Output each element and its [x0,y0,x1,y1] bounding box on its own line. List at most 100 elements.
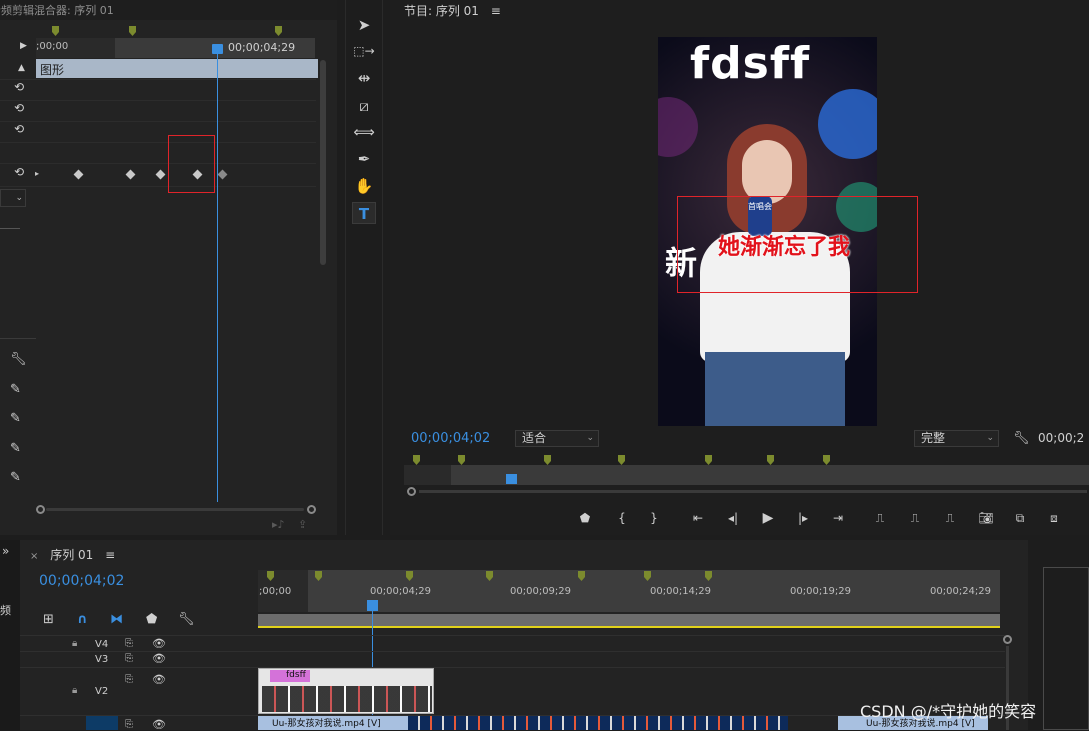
go-to-out-icon[interactable]: ⇥ [828,509,848,527]
audio-mixer-tab[interactable]: 音频剪辑混合器: 序列 01 [0,0,337,20]
program-zoom-scrollbar[interactable] [407,487,1089,497]
video-title-text[interactable]: fdsff [690,38,810,89]
wrench-icon[interactable]: 🔧︎ [10,352,27,367]
nest-sequence-icon[interactable]: ⊞ [43,612,54,627]
razor-tool-icon[interactable]: ⧄ [352,95,376,117]
lock-icon[interactable]: 🔒︎ [72,685,77,696]
eye-icon[interactable]: 👁︎ [152,718,166,731]
export-frame-icon[interactable]: 📷︎ [976,509,996,527]
panel-menu-icon[interactable]: ≡ [105,548,115,562]
sync-lock-icon[interactable]: ⎘ [125,638,133,649]
reset-icon[interactable]: ⟲ [12,101,26,115]
expand-panels-icon[interactable]: » [2,544,9,558]
step-forward-icon[interactable]: |▸ [793,509,813,527]
track-divider [20,667,1005,668]
extract-icon[interactable]: ⎍ [905,509,925,527]
track-label-v4[interactable]: V4 [95,639,108,650]
reset-icon[interactable]: ⟲ [12,80,26,94]
play-audio-icon[interactable]: ▸♪ [272,518,285,531]
eyedropper-icon[interactable]: ✎ [10,382,21,397]
chevron-down-icon: ⌄ [986,433,994,443]
scroll-track[interactable] [46,508,304,511]
timeline-tab[interactable]: × 序列 01 ≡ [30,546,115,563]
zoom-fit-value: 适合 [522,431,547,445]
eye-icon[interactable]: 👁︎ [152,637,166,650]
pen-tool-icon[interactable]: ✒ [352,148,376,170]
go-to-in-icon[interactable]: ⇤ [688,509,708,527]
property-dropdown[interactable]: ⌄ [0,189,26,207]
vr-video-icon[interactable]: ⧈ [1044,509,1064,527]
video-clip-label: Uu-那女孩对我说.mp4 [V] [272,719,381,729]
linked-selection-icon[interactable]: ⧓ [110,612,123,627]
proxy-toggle-icon[interactable]: ⧉ [1010,509,1030,527]
hand-tool-icon[interactable]: ✋ [352,175,376,197]
scroll-track[interactable] [419,490,1087,493]
collapse-up-icon[interactable]: ▲ [18,63,25,73]
work-area-range[interactable] [258,626,1000,628]
sync-lock-icon[interactable]: ⎘ [125,719,133,730]
slider-line[interactable] [0,228,20,229]
eyedropper-icon[interactable]: ✎ [10,470,21,485]
eyedropper-icon[interactable]: ✎ [10,411,21,426]
video-clip-thumbnails[interactable] [408,716,788,730]
sync-lock-icon[interactable]: ⎘ [125,674,133,685]
snap-magnet-icon[interactable]: ∩ [77,612,88,627]
zoom-fit-dropdown[interactable]: 适合 ⌄ [515,430,599,447]
scroll-handle-left[interactable] [407,487,416,496]
eye-icon[interactable]: 👁︎ [152,673,166,686]
eyedropper-icon[interactable]: ✎ [10,441,21,456]
program-monitor-tab[interactable]: 节目: 序列 01 ≡ [404,2,501,19]
csdn-watermark: CSDN @/*守护她的笑容 [860,702,1037,721]
timeline-playhead-handle[interactable] [367,600,378,611]
lift-icon[interactable]: ⎍ [870,509,890,527]
row-divider [0,186,316,187]
ruler-tick-label: 00;00;24;29 [930,586,992,597]
ruler-tick-label: 00;00;09;29 [510,586,572,597]
compare-icon[interactable]: ⎍ [940,509,960,527]
keyframe-highlight-box [168,135,215,193]
program-ruler-range[interactable] [451,465,1089,485]
ripple-edit-tool-icon[interactable]: ⇹ [352,67,376,89]
keyframe-nav-icon[interactable]: ▸ [35,169,39,178]
selection-tool-icon[interactable]: ➤ [352,14,376,36]
track-divider [20,651,1005,652]
slip-tool-icon[interactable]: ⟺ [352,121,376,143]
playback-quality-dropdown[interactable]: 完整 ⌄ [914,430,999,447]
lock-icon[interactable]: 🔒︎ [72,638,77,649]
close-tab-icon[interactable]: × [30,551,38,562]
add-marker-icon[interactable]: ⬟ [146,612,157,627]
ec-horizontal-scrollbar[interactable] [36,505,316,514]
settings-wrench-icon[interactable]: 🔧︎ [1013,431,1030,446]
track-label-v3[interactable]: V3 [95,654,108,665]
graphic-clip-bar[interactable]: 图形 [36,59,318,78]
scroll-handle-top[interactable] [1003,635,1012,644]
panel-menu-icon[interactable]: ≡ [491,4,501,18]
graphic-clip-label: 图形 [40,63,65,77]
ec-playhead-handle[interactable] [212,44,223,54]
export-icon[interactable]: ⇪ [298,518,307,531]
mark-out-icon[interactable]: } [644,509,664,527]
mark-in-icon[interactable]: { [612,509,632,527]
type-tool-icon[interactable]: T [352,202,376,224]
reset-icon[interactable]: ⟲ [12,122,26,136]
track-select-tool-icon[interactable]: ⬚→ [352,40,376,62]
sync-lock-icon[interactable]: ⎘ [125,653,133,664]
timeline-timecode[interactable]: 00;00;04;02 [39,573,124,589]
scroll-handle-left[interactable] [36,505,45,514]
timeline-settings-wrench-icon[interactable]: 🔧︎ [178,612,195,627]
audio-mixer-tab-label: 音频剪辑混合器: 序列 01 [0,4,114,17]
play-icon[interactable]: ▶ [758,509,778,527]
ec-scrollbar-thumb[interactable] [320,60,326,265]
track-target-v1[interactable] [86,716,118,730]
expand-right-icon[interactable]: ▶ [20,41,27,51]
work-area-bar[interactable] [258,614,1000,626]
eye-icon[interactable]: 👁︎ [152,652,166,665]
program-playhead-handle[interactable] [506,474,517,484]
track-label-v2[interactable]: V2 [95,686,108,697]
program-timecode[interactable]: 00;00;04;02 [411,431,490,446]
step-back-icon[interactable]: ◂| [723,509,743,527]
scroll-handle-right[interactable] [307,505,316,514]
video-clip[interactable]: Uu-那女孩对我说.mp4 [V] [258,716,408,730]
reset-icon[interactable]: ⟲ [12,165,26,179]
add-marker-icon[interactable]: ⬟ [575,509,595,527]
